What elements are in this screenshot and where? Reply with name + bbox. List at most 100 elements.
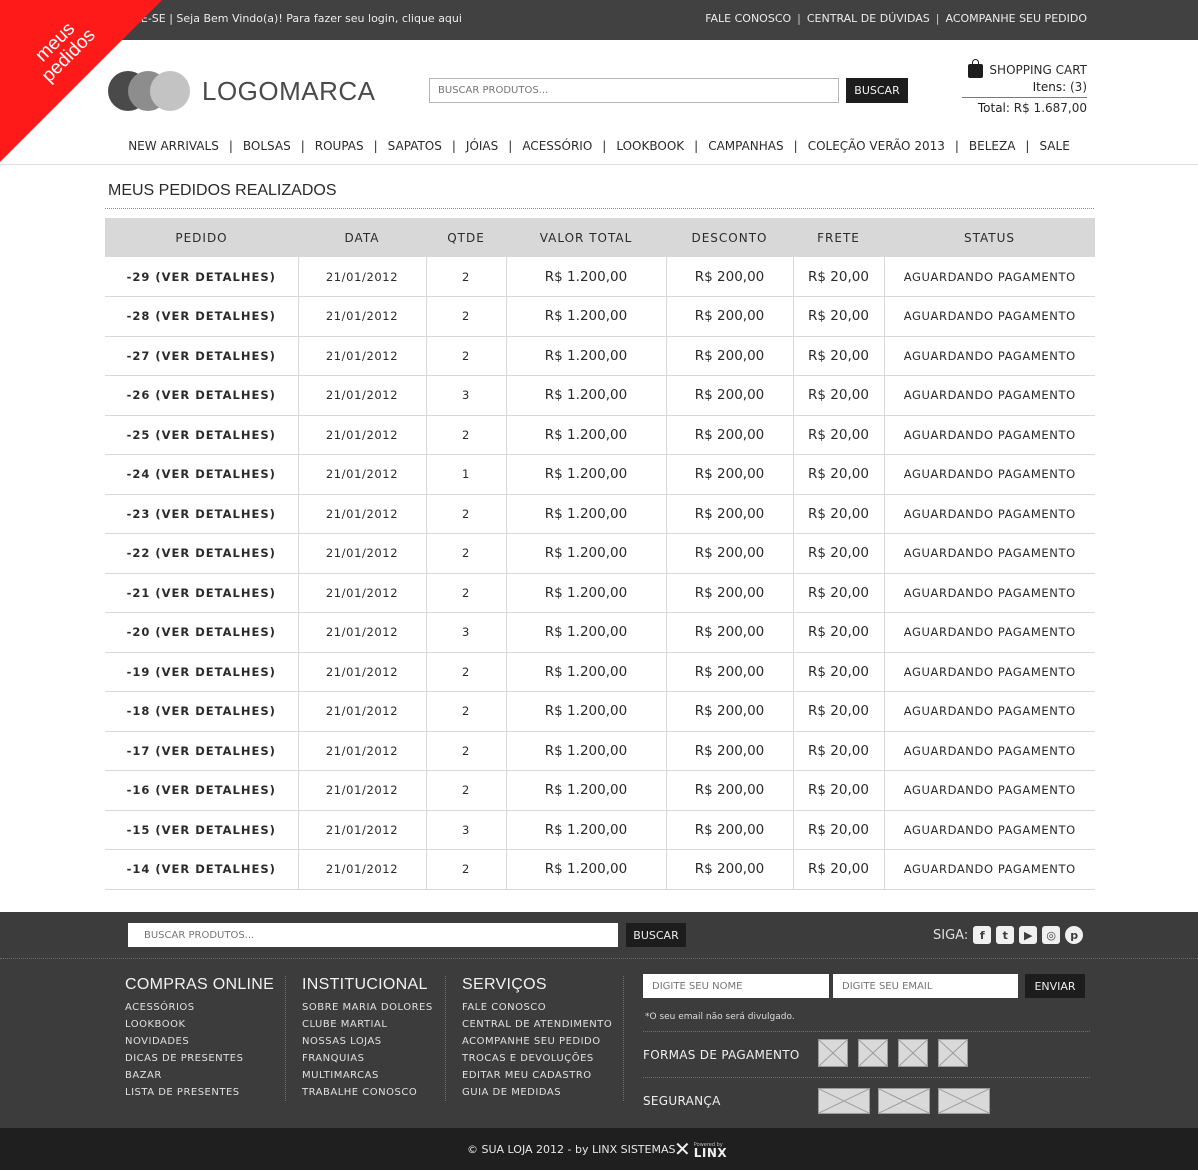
- footer-link[interactable]: CENTRAL DE ATENDIMENTO: [462, 1016, 612, 1033]
- footer-link[interactable]: NOSSAS LOJAS: [302, 1033, 433, 1050]
- column-header-valor-total: VALOR TOTAL: [506, 218, 666, 257]
- table-row: -24 (VER DETALHES) 21/01/2012 1 R$ 1.200,00…: [105, 454, 1095, 495]
- title-divider: [105, 208, 1094, 209]
- nav-separator: |: [300, 139, 305, 153]
- order-link[interactable]: -24 (VER DETALHES): [105, 454, 298, 495]
- order-discount: R$ 200,00: [665, 810, 793, 850]
- order-link[interactable]: -16 (VER DETALHES): [105, 770, 298, 811]
- order-link[interactable]: -23 (VER DETALHES): [105, 494, 298, 534]
- newsletter-note: *O seu email não será divulgado.: [645, 1012, 795, 1022]
- footer-column-divider: [285, 976, 286, 1101]
- footer-link[interactable]: LOOKBOOK: [125, 1016, 274, 1033]
- nav-item[interactable]: CAMPANHAS: [708, 139, 783, 153]
- order-quantity: 2: [425, 257, 506, 297]
- order-shipping: R$ 20,00: [792, 573, 884, 613]
- order-status: AGUARDANDO PAGAMENTO: [883, 454, 1095, 495]
- order-link[interactable]: -17 (VER DETALHES): [105, 731, 298, 771]
- twitter-icon[interactable]: t: [996, 926, 1015, 944]
- search-input[interactable]: [429, 78, 839, 103]
- nav-separator: |: [228, 139, 233, 153]
- footer-link[interactable]: LISTA DE PRESENTES: [125, 1084, 274, 1101]
- footer-link[interactable]: NOVIDADES: [125, 1033, 274, 1050]
- column-header-pedido: PEDIDO: [105, 218, 298, 257]
- instagram-icon[interactable]: ◎: [1042, 926, 1061, 944]
- footer-link[interactable]: ACESSÓRIOS: [125, 999, 274, 1016]
- table-row: -25 (VER DETALHES) 21/01/2012 2 R$ 1.200,00…: [105, 415, 1095, 455]
- linx-text: LINX: [693, 1146, 728, 1160]
- order-link[interactable]: -22 (VER DETALHES): [105, 533, 298, 574]
- footer-link[interactable]: FRANQUIAS: [302, 1050, 433, 1067]
- footer-link[interactable]: GUIA DE MEDIDAS: [462, 1084, 612, 1101]
- order-quantity: 3: [425, 810, 506, 850]
- order-link[interactable]: -28 (VER DETALHES): [105, 296, 298, 337]
- search-button[interactable]: BUSCAR: [846, 78, 908, 103]
- footer-link[interactable]: MULTIMARCAS: [302, 1067, 433, 1084]
- nav-item[interactable]: ACESSÓRIO: [522, 139, 592, 153]
- order-date: 21/01/2012: [297, 810, 426, 850]
- footer-search-input[interactable]: [128, 923, 618, 947]
- order-link[interactable]: -20 (VER DETALHES): [105, 612, 298, 653]
- order-link[interactable]: -21 (VER DETALHES): [105, 573, 298, 613]
- footer-link[interactable]: EDITAR MEU CADASTRO: [462, 1067, 612, 1084]
- pinterest-icon[interactable]: p: [1065, 926, 1084, 944]
- order-status: AGUARDANDO PAGAMENTO: [883, 849, 1095, 890]
- footer-link[interactable]: SOBRE MARIA DOLORES: [302, 999, 433, 1016]
- footer-link[interactable]: DICAS DE PRESENTES: [125, 1050, 274, 1067]
- footer-link[interactable]: ACOMPANHE SEU PEDIDO: [462, 1033, 612, 1050]
- nav-item[interactable]: BELEZA: [969, 139, 1016, 153]
- footer-link[interactable]: TROCAS E DEVOLUÇÕES: [462, 1050, 612, 1067]
- top-link-acompanhe-pedido[interactable]: ACOMPANHE SEU PEDIDO: [946, 12, 1087, 25]
- table-header-row: PEDIDO DATA QTDE VALOR TOTAL DESCONTO FR…: [105, 218, 1095, 257]
- order-quantity: 2: [425, 494, 506, 534]
- order-discount: R$ 200,00: [665, 454, 793, 495]
- order-link[interactable]: -26 (VER DETALHES): [105, 375, 298, 416]
- nav-item[interactable]: JÓIAS: [466, 139, 498, 153]
- nav-item[interactable]: SALE: [1039, 139, 1069, 153]
- order-total: R$ 1.200,00: [505, 770, 666, 811]
- footer-link[interactable]: BAZAR: [125, 1067, 274, 1084]
- order-link[interactable]: -15 (VER DETALHES): [105, 810, 298, 850]
- footer-column-title: COMPRAS ONLINE: [125, 976, 275, 993]
- order-quantity: 3: [425, 375, 506, 416]
- shopping-cart[interactable]: SHOPPING CART Itens: (3) Total: R$ 1.687…: [962, 59, 1087, 115]
- top-link-separator: |: [935, 12, 940, 25]
- nav-item[interactable]: ROUPAS: [315, 139, 364, 153]
- order-date: 21/01/2012: [297, 454, 426, 495]
- order-date: 21/01/2012: [297, 415, 426, 455]
- order-link[interactable]: -29 (VER DETALHES): [105, 257, 298, 297]
- nav-item[interactable]: LOOKBOOK: [616, 139, 684, 153]
- cart-items: Itens: (3): [962, 80, 1087, 94]
- table-row: -20 (VER DETALHES) 21/01/2012 3 R$ 1.200,00…: [105, 612, 1095, 653]
- table-row: -17 (VER DETALHES) 21/01/2012 2 R$ 1.200,00…: [105, 731, 1095, 771]
- nav-separator: |: [373, 139, 378, 153]
- order-link[interactable]: -25 (VER DETALHES): [105, 415, 298, 455]
- order-quantity: 2: [425, 336, 506, 376]
- linx-logo[interactable]: ✕ Powered by LINX: [674, 1139, 728, 1160]
- nav-item[interactable]: COLEÇÃO VERÃO 2013: [808, 139, 945, 153]
- orders-table: PEDIDO DATA QTDE VALOR TOTAL DESCONTO FR…: [105, 218, 1095, 890]
- order-link[interactable]: -19 (VER DETALHES): [105, 652, 298, 692]
- top-link-fale-conosco[interactable]: FALE CONOSCO: [705, 12, 791, 25]
- nav-item[interactable]: BOLSAS: [243, 139, 291, 153]
- youtube-icon[interactable]: ▶: [1019, 926, 1038, 944]
- welcome-login-text[interactable]: ASTRE-SE | Seja Bem Vindo(a)! Para fazer…: [112, 12, 462, 25]
- nav-item[interactable]: SAPATOS: [388, 139, 442, 153]
- newsletter-name-field[interactable]: [643, 974, 829, 998]
- top-link-central-duvidas[interactable]: CENTRAL DE DÚVIDAS: [807, 12, 930, 25]
- footer-search-button[interactable]: BUSCAR: [626, 923, 686, 947]
- order-date: 21/01/2012: [297, 336, 426, 376]
- footer-link[interactable]: TRABALHE CONOSCO: [302, 1084, 433, 1101]
- footer-section-divider: [643, 1077, 1090, 1078]
- order-shipping: R$ 20,00: [792, 810, 884, 850]
- order-date: 21/01/2012: [297, 652, 426, 692]
- order-link[interactable]: -18 (VER DETALHES): [105, 691, 298, 732]
- corner-ribbon: meus pedidos: [0, 0, 162, 162]
- footer-link[interactable]: FALE CONOSCO: [462, 999, 612, 1016]
- order-link[interactable]: -14 (VER DETALHES): [105, 849, 298, 890]
- newsletter-email-field[interactable]: [833, 974, 1018, 998]
- order-total: R$ 1.200,00: [505, 296, 666, 337]
- footer-link[interactable]: CLUBE MARTIAL: [302, 1016, 433, 1033]
- newsletter-submit-button[interactable]: ENVIAR: [1025, 974, 1085, 998]
- order-link[interactable]: -27 (VER DETALHES): [105, 336, 298, 376]
- facebook-icon[interactable]: f: [973, 926, 992, 944]
